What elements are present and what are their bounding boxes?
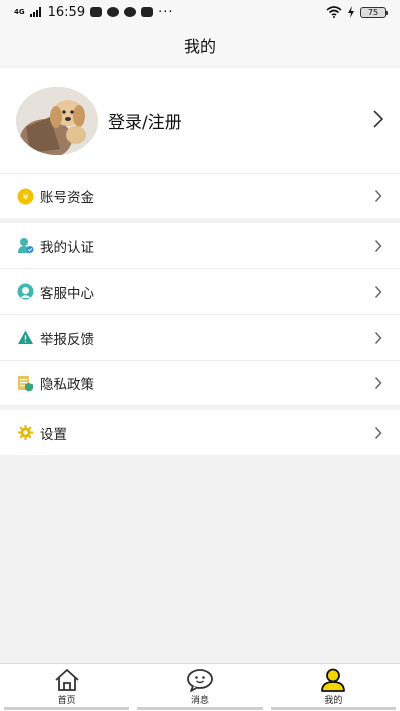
status-time: 16:59 (47, 4, 86, 20)
charging-icon (348, 6, 354, 18)
menu-item-report-feedback[interactable]: 举报反馈 (0, 315, 400, 360)
network-indicator: 4G (14, 7, 25, 16)
chevron-right-icon (374, 239, 382, 252)
menu-item-label: 账号资金 (40, 190, 94, 206)
verified-user-icon (17, 237, 34, 254)
signal-icon (29, 7, 41, 17)
home-icon (55, 669, 79, 691)
menu-item-account-funds[interactable]: ¥ 账号资金 (0, 174, 400, 218)
tab-mine[interactable]: 我的 (267, 664, 400, 711)
chevron-right-icon (374, 376, 382, 390)
battery-indicator: 75 (360, 6, 388, 18)
warning-icon (17, 329, 34, 346)
menu-item-label: 设置 (40, 426, 67, 443)
profile-login-row[interactable]: 登录/注册 (0, 68, 400, 174)
page-title: 我的 (183, 37, 216, 56)
privacy-document-icon (17, 375, 34, 392)
tab-indicator (4, 707, 130, 710)
tab-indicator (270, 707, 396, 710)
chevron-right-icon (373, 110, 384, 128)
wifi-icon (326, 6, 342, 18)
menu-item-privacy-policy[interactable]: 隐私政策 (0, 361, 400, 405)
tab-indicator (137, 707, 263, 710)
gear-icon (17, 424, 34, 441)
tab-home[interactable]: 首页 (0, 664, 133, 711)
bottom-tab-bar: 首页 消息 我的 (0, 663, 400, 711)
user-icon (321, 668, 346, 692)
menu-item-my-verification[interactable]: 我的认证 (0, 223, 400, 268)
more-notifications: ··· (158, 4, 174, 20)
tab-label: 消息 (190, 696, 209, 706)
message-icon (187, 669, 213, 692)
menu-item-settings[interactable]: 设置 (0, 410, 400, 455)
menu-item-customer-service[interactable]: 客服中心 (0, 269, 400, 314)
chevron-right-icon (374, 285, 382, 298)
svg-text:¥: ¥ (23, 193, 29, 203)
notification-app-icon (90, 7, 103, 17)
tab-label: 我的 (324, 696, 343, 706)
notification-app-icon (124, 7, 137, 17)
menu-item-label: 举报反馈 (40, 331, 94, 348)
notification-app-icon (107, 7, 120, 17)
login-register-label[interactable]: 登录/注册 (108, 108, 182, 133)
menu-item-label: 客服中心 (40, 285, 94, 302)
shield-icon (141, 7, 154, 17)
page-header: 我的 (0, 24, 400, 66)
chevron-right-icon (374, 189, 382, 203)
tab-messages[interactable]: 消息 (133, 664, 266, 711)
chevron-right-icon (374, 331, 382, 344)
coin-icon: ¥ (17, 188, 34, 205)
status-bar: 4G 16:59 ··· 75 (0, 0, 400, 24)
avatar[interactable] (16, 86, 98, 155)
menu-item-label: 隐私政策 (40, 377, 94, 393)
tab-label: 首页 (57, 696, 76, 706)
customer-service-icon (17, 283, 34, 300)
menu-item-label: 我的认证 (40, 239, 94, 256)
chevron-right-icon (374, 426, 382, 439)
